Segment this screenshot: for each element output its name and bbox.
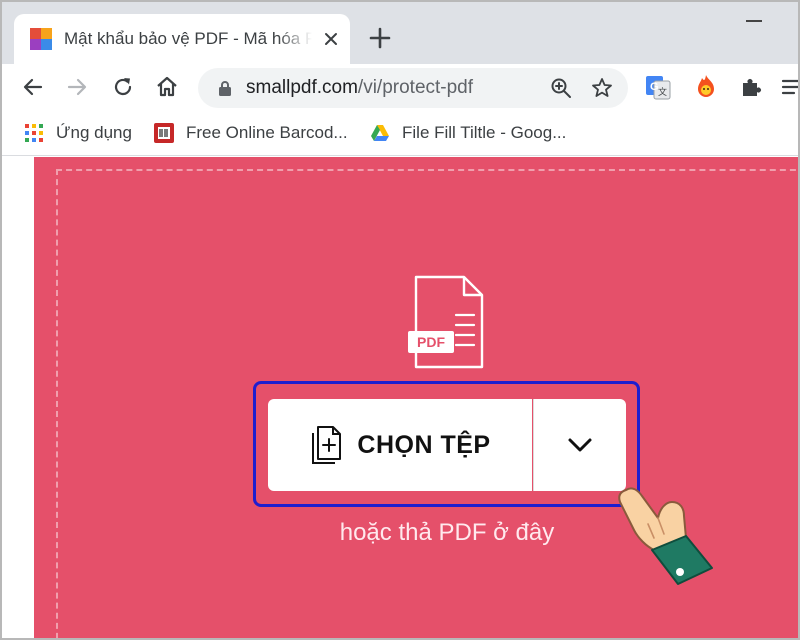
- bookmark-apps[interactable]: Ứng dụng: [24, 122, 132, 144]
- browser-tab[interactable]: Mật khẩu bảo vệ PDF - Mã hóa PDF: [14, 14, 350, 64]
- choose-file-button[interactable]: CHỌN TỆP: [268, 399, 532, 491]
- pdf-document-icon: [414, 275, 484, 369]
- browser-toolbar: smallpdf.com/vi/protect-pdf G 文: [2, 64, 800, 110]
- zoom-in-icon[interactable]: [550, 77, 572, 99]
- svg-text:文: 文: [658, 86, 667, 97]
- bookmark-label: Ứng dụng: [56, 123, 132, 142]
- chevron-down-icon: [568, 438, 592, 452]
- reload-icon[interactable]: [110, 74, 136, 100]
- smallpdf-favicon-icon: [30, 28, 52, 50]
- tab-strip: Mật khẩu bảo vệ PDF - Mã hóa PDF: [2, 2, 798, 64]
- choose-file-label: CHỌN TỆP: [357, 430, 491, 459]
- home-icon[interactable]: [154, 74, 180, 100]
- bookmarks-bar: Ứng dụng Free Online Barcod... File Fill…: [2, 110, 798, 156]
- barcode-icon: [154, 123, 174, 143]
- bookmark-google-drive[interactable]: File Fill Tiltle - Goog...: [370, 122, 566, 144]
- tab-title: Mật khẩu bảo vệ PDF - Mã hóa PDF: [64, 29, 312, 48]
- add-file-icon: [312, 426, 342, 464]
- bookmark-label: Free Online Barcod...: [186, 123, 348, 142]
- apps-grid-icon: [25, 124, 43, 142]
- address-bar[interactable]: smallpdf.com/vi/protect-pdf: [198, 68, 628, 108]
- google-translate-icon[interactable]: G 文: [644, 73, 672, 101]
- google-drive-icon: [371, 125, 389, 141]
- bookmark-star-icon[interactable]: [590, 76, 614, 100]
- forward-arrow-icon[interactable]: [64, 74, 90, 100]
- screenshot-frame: Mật khẩu bảo vệ PDF - Mã hóa PDF smallpd…: [0, 0, 800, 640]
- pdf-file-badge: PDF: [408, 331, 454, 353]
- fire-extension-icon[interactable]: [692, 73, 720, 101]
- url-text: smallpdf.com/vi/protect-pdf: [246, 77, 474, 98]
- close-tab-icon[interactable]: [320, 28, 342, 50]
- lock-icon: [219, 81, 231, 96]
- extensions-puzzle-icon[interactable]: [738, 74, 764, 100]
- bookmark-label: File Fill Tiltle - Goog...: [402, 123, 567, 142]
- back-arrow-icon[interactable]: [20, 74, 46, 100]
- bookmark-barcode[interactable]: Free Online Barcod...: [154, 122, 348, 144]
- new-tab-plus-icon[interactable]: [366, 24, 394, 52]
- upload-source-dropdown-button[interactable]: [533, 399, 626, 491]
- drop-hint-text: hoặc thả PDF ở đây: [339, 519, 555, 546]
- window-minimize-icon[interactable]: [746, 20, 762, 22]
- menu-icon[interactable]: [780, 74, 800, 100]
- pointing-hand-icon: [618, 487, 713, 585]
